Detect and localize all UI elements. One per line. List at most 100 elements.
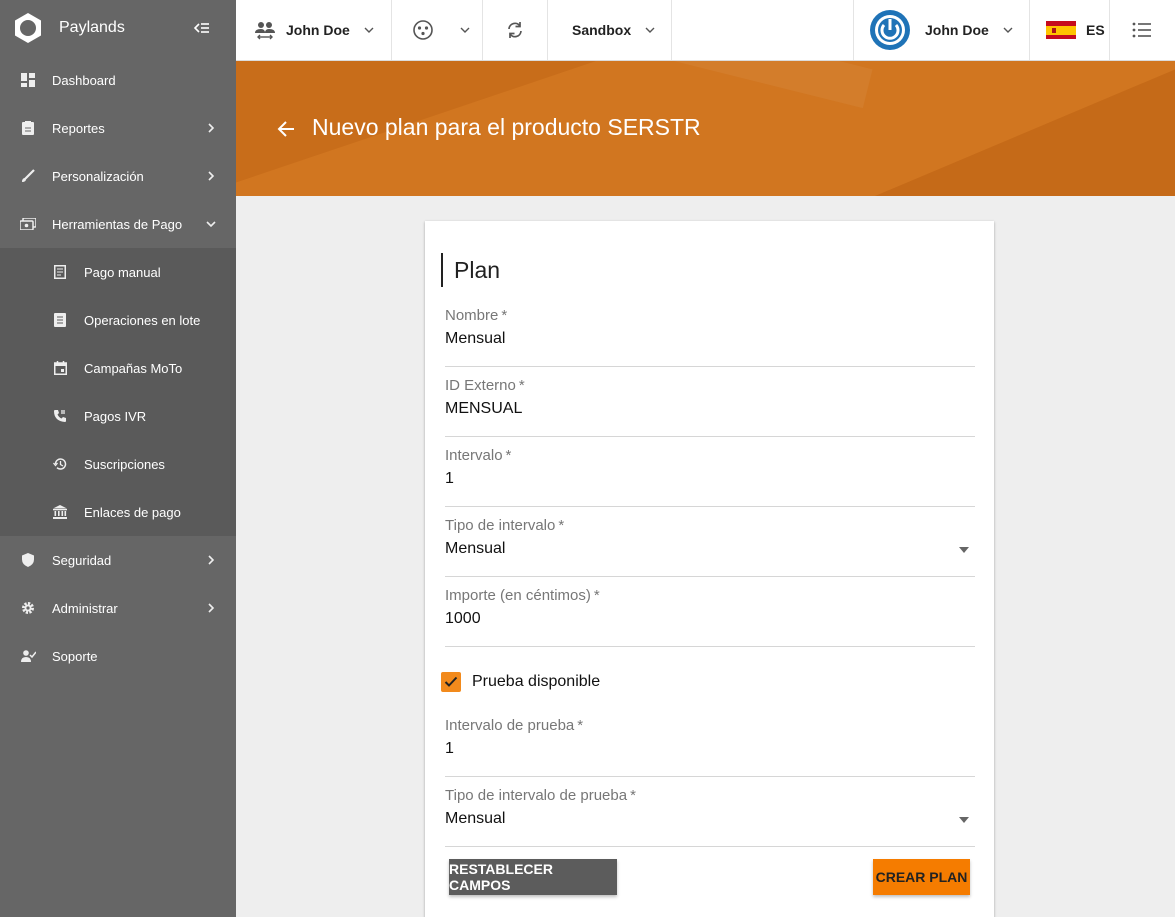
reset-fields-button[interactable]: RESTABLECER CAMPOS <box>449 859 617 895</box>
prueba-disponible-checkbox[interactable]: Prueba disponible <box>441 672 600 692</box>
sidebar-item-label: Personalización <box>52 168 144 184</box>
sidebar-item-label: Dashboard <box>52 72 116 88</box>
collapse-menu-icon[interactable] <box>192 18 212 38</box>
chevron-right-icon <box>208 603 215 613</box>
field-value: MENSUAL <box>445 400 523 417</box>
sidebar-item-label: Administrar <box>52 600 118 616</box>
report-icon <box>20 120 36 136</box>
app-icon <box>413 20 433 40</box>
field-label: Intervalo de prueba <box>445 717 575 734</box>
language-label: ES <box>1086 22 1105 38</box>
sidebar-item-reportes[interactable]: Reportes <box>0 104 236 152</box>
sidebar-item-administrar[interactable]: Administrar <box>0 584 236 632</box>
checkbox-checked-icon[interactable] <box>441 672 461 692</box>
tipo-de-intervalo-select[interactable]: Tipo de intervalo * Mensual <box>445 517 975 577</box>
page-title: Nuevo plan para el producto SERSTR <box>312 114 701 140</box>
required-mark: * <box>593 587 600 604</box>
sidebar-subitem-enlaces-de-pago[interactable]: Enlaces de pago <box>0 488 236 536</box>
sidebar-item-label: Soporte <box>52 648 98 664</box>
field-value: 1000 <box>445 610 481 627</box>
sidebar-subitem-suscripciones[interactable]: Suscripciones <box>0 440 236 488</box>
spain-flag-icon <box>1046 21 1076 39</box>
sidebar-subitem-label: Pago manual <box>84 264 161 280</box>
chevron-down-icon <box>364 27 374 33</box>
sidebar-item-soporte[interactable]: Soporte <box>0 632 236 680</box>
chevron-down-icon <box>645 27 655 33</box>
language-selector[interactable]: ES <box>1030 0 1110 60</box>
bank-icon <box>52 504 68 520</box>
checkbox-label: Prueba disponible <box>472 673 601 690</box>
gear-icon <box>20 600 36 616</box>
sidebar-subitem-operaciones-en-lote[interactable]: Operaciones en lote <box>0 296 236 344</box>
manual-payment-icon <box>52 264 68 280</box>
field-label: Importe (en céntimos) <box>445 587 591 604</box>
field-value: Mensual <box>445 330 506 347</box>
chevron-down-icon <box>206 221 216 228</box>
required-mark: * <box>558 517 565 534</box>
user-switcher[interactable]: John Doe <box>236 0 392 60</box>
account-name: John Doe <box>925 22 989 38</box>
brand-name: Paylands <box>59 19 125 36</box>
field-value: Mensual <box>445 810 506 827</box>
required-mark: * <box>501 307 508 324</box>
nombre-field[interactable]: Nombre * Mensual <box>445 307 975 367</box>
required-mark: * <box>630 787 636 804</box>
phone-icon <box>52 408 68 424</box>
sidebar-item-herramientas-de-pago[interactable]: Herramientas de Pago <box>0 200 236 248</box>
sync-button[interactable] <box>483 0 548 60</box>
sidebar-subitem-label: Suscripciones <box>84 456 165 472</box>
sidebar-item-dashboard[interactable]: Dashboard <box>0 56 236 104</box>
dropdown-arrow-icon <box>959 547 969 553</box>
banner-decoration <box>875 61 1175 196</box>
account-menu[interactable]: John Doe <box>853 0 1030 60</box>
brand: Paylands <box>0 0 236 56</box>
shield-icon <box>20 552 36 568</box>
chevron-right-icon <box>208 555 215 565</box>
importe-field[interactable]: Importe (en céntimos) * 1000 <box>445 587 975 647</box>
sidebar-subitem-pagos-ivr[interactable]: Pagos IVR <box>0 392 236 440</box>
dropdown-arrow-icon <box>959 817 969 823</box>
intervalo-de-prueba-field[interactable]: Intervalo de prueba * 1 <box>445 717 975 777</box>
calendar-icon <box>52 360 68 376</box>
dashboard-icon <box>20 72 36 88</box>
users-switch-icon <box>255 22 275 40</box>
support-agent-icon <box>20 648 36 664</box>
back-arrow-icon[interactable] <box>276 119 296 139</box>
id-externo-field[interactable]: ID Externo * MENSUAL <box>445 377 975 437</box>
submenu-herramientas-de-pago: Pago manual Operaciones en lote Campañas… <box>0 248 236 536</box>
app-switcher[interactable] <box>392 0 483 60</box>
list-menu-icon <box>1132 22 1151 38</box>
paylands-logo-icon <box>15 13 41 43</box>
chevron-down-icon <box>1003 27 1013 33</box>
sync-icon <box>508 22 522 38</box>
create-plan-button[interactable]: CREAR PLAN <box>873 859 970 895</box>
sidebar-subitem-campanas-moto[interactable]: Campañas MoTo <box>0 344 236 392</box>
field-value: 1 <box>445 470 454 487</box>
list-menu-button[interactable] <box>1110 0 1174 60</box>
required-mark: * <box>505 447 512 464</box>
history-icon <box>52 456 68 472</box>
page-header-banner: Nuevo plan para el producto SERSTR <box>236 61 1175 196</box>
sidebar-subitem-label: Operaciones en lote <box>84 312 201 328</box>
field-value: Mensual <box>445 540 506 557</box>
user-switcher-label: John Doe <box>286 22 350 38</box>
intervalo-field[interactable]: Intervalo * 1 <box>445 447 975 507</box>
chevron-down-icon <box>460 27 470 33</box>
sidebar-item-seguridad[interactable]: Seguridad <box>0 536 236 584</box>
batch-operations-icon <box>52 312 68 328</box>
sidebar: Paylands Dashboard Reportes Personalizac… <box>0 0 236 917</box>
required-mark: * <box>577 717 584 734</box>
sidebar-item-label: Seguridad <box>52 552 112 568</box>
brush-icon <box>20 168 36 184</box>
field-label: ID Externo <box>445 377 516 394</box>
chevron-right-icon <box>208 123 215 133</box>
chevron-right-icon <box>208 171 215 181</box>
tipo-de-intervalo-de-prueba-select[interactable]: Tipo de intervalo de prueba * Mensual <box>445 787 975 847</box>
form-title: Plan <box>441 253 500 287</box>
environment-label: Sandbox <box>572 22 632 38</box>
payment-tools-icon <box>20 216 36 232</box>
environment-selector[interactable]: Sandbox <box>548 0 672 60</box>
sidebar-item-personalizacion[interactable]: Personalización <box>0 152 236 200</box>
sidebar-subitem-pago-manual[interactable]: Pago manual <box>0 248 236 296</box>
